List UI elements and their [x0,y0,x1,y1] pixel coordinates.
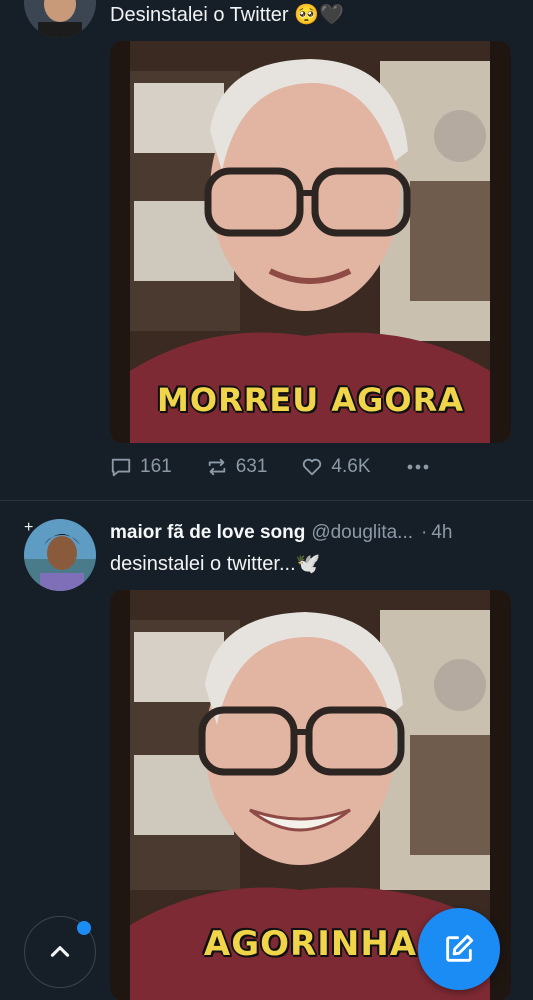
post-1-avatar[interactable]: + [24,0,100,42]
separator-dot: · [421,522,428,543]
user-handle[interactable]: @douglita... [311,522,413,544]
post-2-avatar[interactable]: + [24,519,100,595]
post-header: maior fã de love song @douglita... · 4h [110,522,513,544]
like-count: 4.6K [331,456,371,477]
avatar [24,0,96,38]
post-actions: 161 631 4.6K [110,456,473,478]
post-1[interactable]: + Desinstalei o Twitter 🥺🖤 MORREU AGORA [0,0,533,500]
compose-icon [446,934,474,962]
like-button[interactable]: 4.6K [301,456,371,478]
media-caption: MORREU AGORA [157,381,464,419]
scroll-to-top-button[interactable] [24,916,96,988]
reply-icon [111,458,131,477]
chevron-up-icon [50,946,70,957]
heart-icon [303,458,322,476]
repost-icon [208,458,225,476]
repost-button[interactable]: 631 [206,456,268,478]
reply-count: 161 [140,456,172,477]
post-text: desinstalei o twitter...🕊️ [110,553,321,575]
post-text: Desinstalei o Twitter 🥺🖤 [110,4,344,26]
post-media[interactable]: MORREU AGORA [110,41,511,443]
display-name[interactable]: maior fã de love song [110,522,305,544]
more-icon [407,464,428,470]
more-button[interactable] [405,456,439,478]
compose-button[interactable] [418,908,500,990]
avatar [24,519,96,591]
reply-button[interactable]: 161 [110,456,172,478]
post-time: 4h [431,522,453,543]
repost-count: 631 [235,456,268,477]
new-posts-badge [77,921,91,935]
